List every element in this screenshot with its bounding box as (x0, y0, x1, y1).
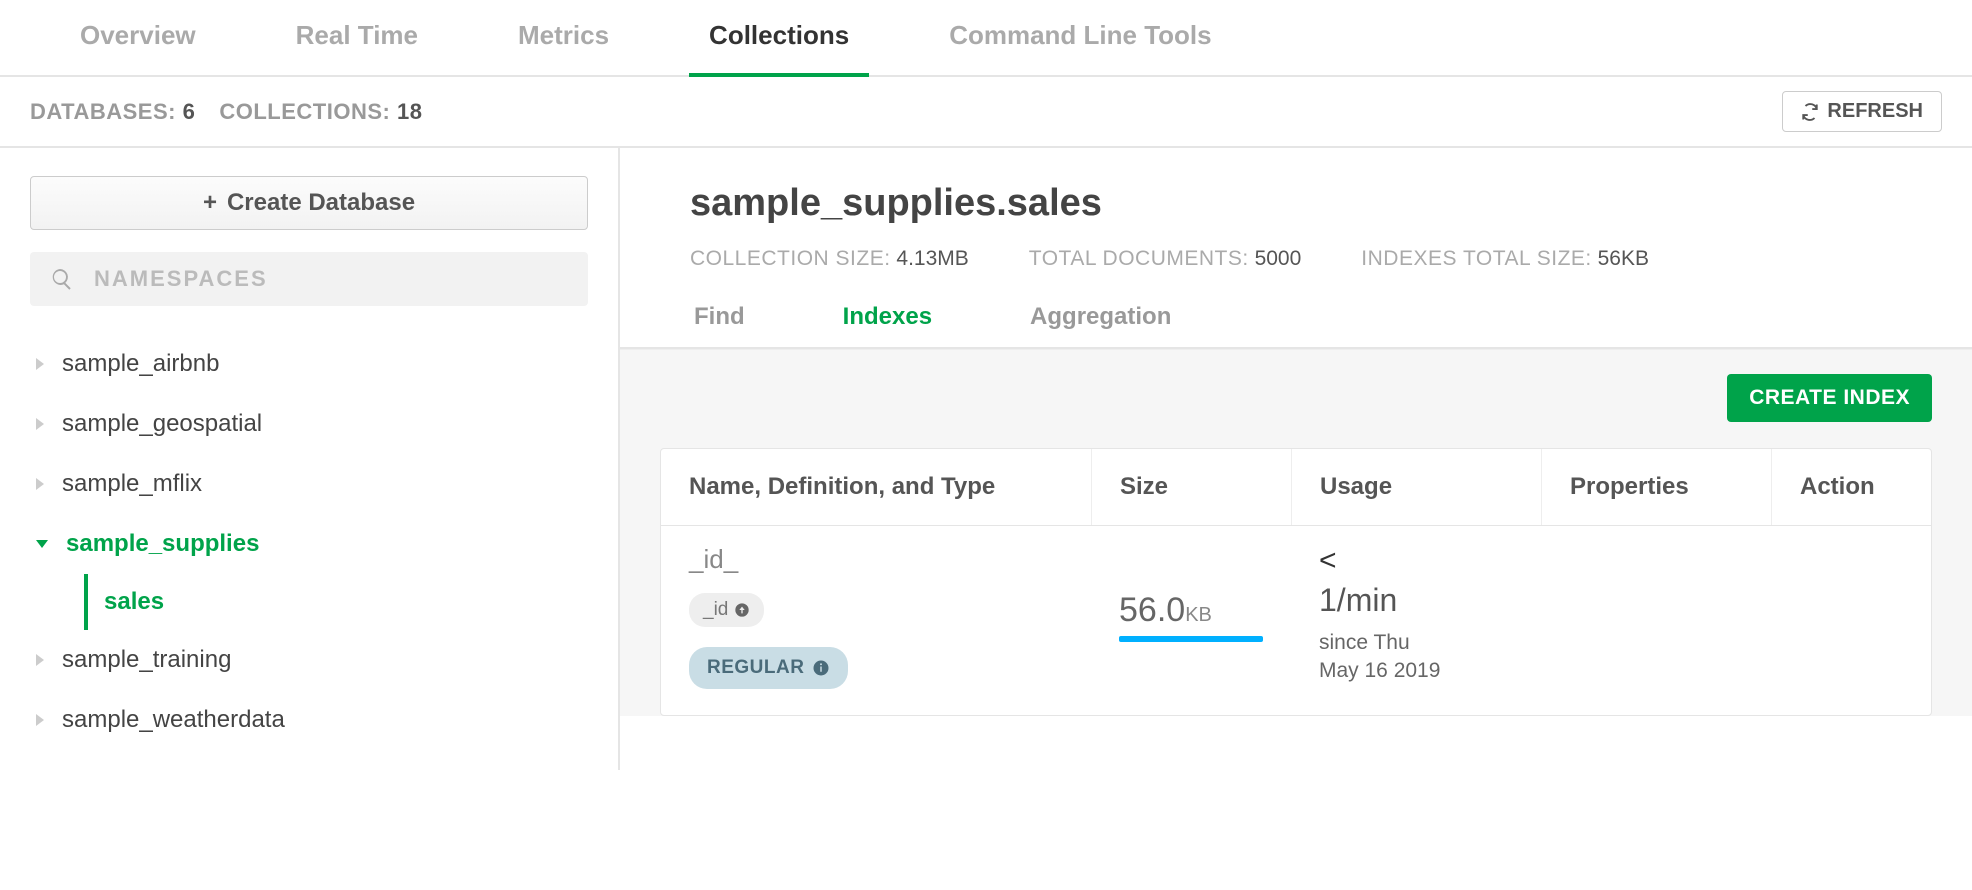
caret-icon (36, 418, 44, 430)
collection-size-value: 4.13MB (896, 247, 968, 270)
collection-title: sample_supplies.sales (690, 182, 1932, 225)
indexes-total-size-value: 56KB (1598, 247, 1649, 270)
subtab-aggregation[interactable]: Aggregation (1026, 289, 1175, 347)
th-properties: Properties (1541, 449, 1771, 525)
info-icon (812, 659, 830, 677)
index-type-label: REGULAR (707, 657, 804, 679)
index-size-value: 56.0 (1119, 591, 1185, 629)
refresh-button[interactable]: REFRESH (1782, 91, 1942, 132)
tab-cli[interactable]: Command Line Tools (929, 0, 1231, 77)
db-name: sample_mflix (62, 470, 202, 498)
refresh-icon (1801, 103, 1819, 121)
collection-item-sales[interactable]: sales (84, 574, 588, 630)
collections-count: 18 (397, 99, 422, 124)
db-item-sample-training[interactable]: sample_training (30, 630, 588, 690)
index-name: _id_ (689, 544, 1063, 575)
content: sample_supplies.sales COLLECTION SIZE: 4… (620, 148, 1972, 770)
db-item-sample-mflix[interactable]: sample_mflix (30, 454, 588, 514)
database-list: sample_airbnb sample_geospatial sample_m… (30, 334, 588, 750)
th-name: Name, Definition, and Type (661, 449, 1091, 525)
arrow-up-circle-icon (734, 602, 750, 618)
tab-collections[interactable]: Collections (689, 0, 869, 77)
db-item-sample-weatherdata[interactable]: sample_weatherdata (30, 690, 588, 750)
create-index-button[interactable]: CREATE INDEX (1727, 374, 1932, 422)
db-item-sample-airbnb[interactable]: sample_airbnb (30, 334, 588, 394)
caret-icon (36, 714, 44, 726)
index-field-chip: _id (689, 593, 764, 627)
collection-stats: COLLECTION SIZE: 4.13MB TOTAL DOCUMENTS:… (690, 247, 1932, 271)
sidebar: + Create Database NAMESPACES sample_airb… (0, 148, 620, 770)
collections-label: COLLECTIONS: 18 (219, 99, 422, 125)
total-documents-label: TOTAL DOCUMENTS: (1029, 247, 1249, 270)
tab-overview[interactable]: Overview (60, 0, 216, 77)
tab-realtime[interactable]: Real Time (276, 0, 438, 77)
caret-icon (36, 358, 44, 370)
db-item-sample-supplies[interactable]: sample_supplies (30, 514, 588, 574)
subtab-find[interactable]: Find (690, 289, 749, 347)
plus-icon: + (203, 189, 217, 217)
stats-row: DATABASES: 6 COLLECTIONS: 18 REFRESH (0, 77, 1972, 148)
usage-rate: 1/min (1319, 582, 1513, 619)
db-name: sample_weatherdata (62, 706, 285, 734)
databases-label: DATABASES: 6 (30, 99, 195, 125)
size-bar (1119, 636, 1263, 642)
namespace-placeholder: NAMESPACES (94, 266, 268, 292)
usage-operator: < (1319, 544, 1513, 578)
index-field-label: _id (703, 599, 728, 621)
databases-count: 6 (183, 99, 196, 124)
db-name: sample_geospatial (62, 410, 262, 438)
index-row: _id_ _id REGULAR (661, 526, 1931, 715)
caret-down-icon (36, 540, 48, 548)
indexes-total-size-label: INDEXES TOTAL SIZE: (1361, 247, 1591, 270)
db-item-sample-geospatial[interactable]: sample_geospatial (30, 394, 588, 454)
refresh-label: REFRESH (1827, 100, 1923, 123)
create-database-label: Create Database (227, 189, 415, 217)
caret-icon (36, 478, 44, 490)
subtab-indexes[interactable]: Indexes (839, 289, 936, 347)
top-tabs: Overview Real Time Metrics Collections C… (0, 0, 1972, 77)
create-database-button[interactable]: + Create Database (30, 176, 588, 230)
collection-subtabs: Find Indexes Aggregation (690, 289, 1972, 347)
db-name: sample_supplies (66, 530, 259, 558)
action-cell (1771, 526, 1931, 715)
tab-metrics[interactable]: Metrics (498, 0, 629, 77)
caret-icon (36, 654, 44, 666)
total-documents-value: 5000 (1255, 247, 1302, 270)
db-name: sample_training (62, 646, 231, 674)
index-type-badge: REGULAR (689, 647, 848, 689)
th-size: Size (1091, 449, 1291, 525)
th-action: Action (1771, 449, 1931, 525)
search-icon (50, 267, 74, 291)
properties-cell (1541, 526, 1771, 715)
db-name: sample_airbnb (62, 350, 219, 378)
usage-since: since Thu May 16 2019 (1319, 629, 1513, 686)
namespace-search[interactable]: NAMESPACES (30, 252, 588, 306)
th-usage: Usage (1291, 449, 1541, 525)
index-table: Name, Definition, and Type Size Usage Pr… (660, 448, 1932, 716)
index-size-unit: KB (1185, 604, 1212, 626)
collection-size-label: COLLECTION SIZE: (690, 247, 891, 270)
